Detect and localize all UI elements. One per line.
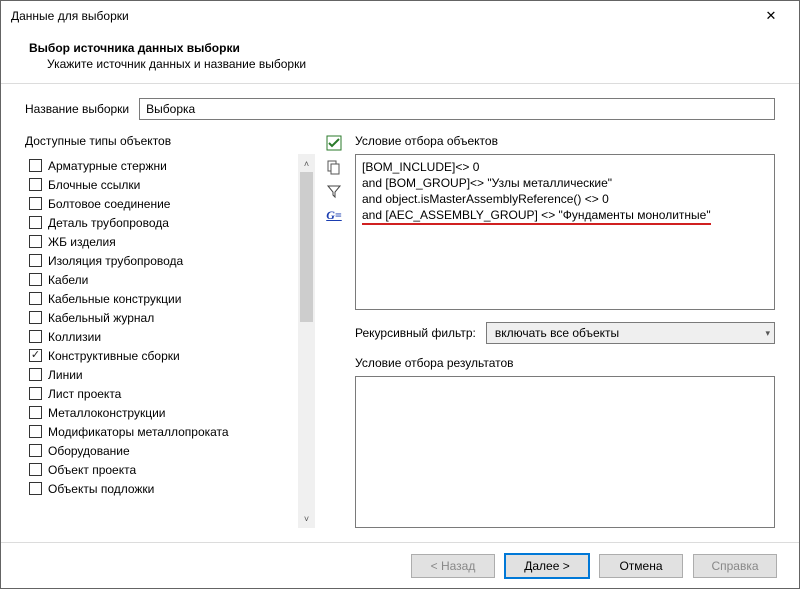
checkbox[interactable] <box>29 178 42 191</box>
wizard-subtitle: Укажите источник данных и название выбор… <box>47 57 771 71</box>
checkbox[interactable] <box>29 273 42 286</box>
list-item-label: Деталь трубопровода <box>48 216 169 230</box>
recursive-filter-select[interactable]: включать все объекты ▾ <box>486 322 775 344</box>
wizard-header: Выбор источника данных выборки Укажите и… <box>1 31 799 83</box>
list-item[interactable]: Арматурные стержни <box>27 156 298 175</box>
checkbox[interactable] <box>29 406 42 419</box>
list-item[interactable]: ЖБ изделия <box>27 232 298 251</box>
scroll-up-icon[interactable]: ˄ <box>299 155 314 172</box>
chevron-down-icon: ▾ <box>765 328 770 339</box>
list-item[interactable]: Объекты подложки <box>27 479 298 498</box>
recursive-filter-label: Рекурсивный фильтр: <box>355 326 476 340</box>
condition-column: Условие отбора объектов [BOM_INCLUDE]<> … <box>355 134 775 528</box>
scroll-track[interactable] <box>299 172 314 510</box>
list-item-label: Блочные ссылки <box>48 178 140 192</box>
scroll-thumb[interactable] <box>300 172 313 322</box>
cancel-button[interactable]: Отмена <box>599 554 683 578</box>
dialog-body: Название выборки Доступные типы объектов… <box>1 84 799 542</box>
list-item-label: Кабельные конструкции <box>48 292 181 306</box>
list-item-label: Кабели <box>48 273 88 287</box>
selection-name-label: Название выборки <box>25 102 129 116</box>
titlebar: Данные для выборки ✕ <box>1 1 799 31</box>
list-item[interactable]: Болтовое соединение <box>27 194 298 213</box>
next-button[interactable]: Далее > <box>505 554 589 578</box>
dialog-footer: < Назад Далее > Отмена Справка <box>1 542 799 588</box>
results-condition-label: Условие отбора результатов <box>355 356 775 370</box>
types-label: Доступные типы объектов <box>25 134 315 148</box>
list-item[interactable]: Лист проекта <box>27 384 298 403</box>
checkbox[interactable] <box>29 387 42 400</box>
scroll-down-icon[interactable]: ˅ <box>299 510 314 527</box>
list-item[interactable]: Изоляция трубопровода <box>27 251 298 270</box>
types-column: Доступные типы объектов Арматурные стерж… <box>25 134 315 528</box>
list-item[interactable]: Модификаторы металлопроката <box>27 422 298 441</box>
checkbox[interactable] <box>29 254 42 267</box>
checkbox[interactable] <box>29 463 42 476</box>
back-button[interactable]: < Назад <box>411 554 495 578</box>
dialog-window: Данные для выборки ✕ Выбор источника дан… <box>0 0 800 589</box>
list-item[interactable]: Конструктивные сборки <box>27 346 298 365</box>
list-item[interactable]: Кабельный журнал <box>27 308 298 327</box>
help-button[interactable]: Справка <box>693 554 777 578</box>
checkbox[interactable] <box>29 216 42 229</box>
list-item-label: Коллизии <box>48 330 101 344</box>
checkbox[interactable] <box>29 349 42 362</box>
list-item-label: Оборудование <box>48 444 130 458</box>
checkbox[interactable] <box>29 197 42 210</box>
wizard-title: Выбор источника данных выборки <box>29 41 771 55</box>
list-item[interactable]: Кабели <box>27 270 298 289</box>
list-item-label: Металлоконструкции <box>48 406 166 420</box>
copy-icon[interactable] <box>325 158 343 176</box>
condition-line: [BOM_INCLUDE]<> 0 <box>362 159 768 175</box>
condition-label: Условие отбора объектов <box>355 134 775 148</box>
condition-line-highlighted: and [AEC_ASSEMBLY_GROUP] <> "Фундаменты … <box>362 207 768 223</box>
list-item[interactable]: Металлоконструкции <box>27 403 298 422</box>
list-item-label: Лист проекта <box>48 387 121 401</box>
condition-toolbar: G= <box>325 134 345 528</box>
list-item[interactable]: Линии <box>27 365 298 384</box>
check-all-icon[interactable] <box>325 134 343 152</box>
filter-icon[interactable] <box>325 182 343 200</box>
list-item-label: Линии <box>48 368 83 382</box>
checkbox[interactable] <box>29 444 42 457</box>
condition-line: and object.isMasterAssemblyReference() <… <box>362 191 768 207</box>
list-item[interactable]: Объект проекта <box>27 460 298 479</box>
list-item-label: Арматурные стержни <box>48 159 167 173</box>
list-item[interactable]: Блочные ссылки <box>27 175 298 194</box>
window-title: Данные для выборки <box>11 9 751 23</box>
types-list[interactable]: Арматурные стержни Блочные ссылки Болтовое… <box>25 154 298 528</box>
list-item[interactable]: Коллизии <box>27 327 298 346</box>
recursive-filter-row: Рекурсивный фильтр: включать все объекты… <box>355 322 775 344</box>
list-item-label: Кабельный журнал <box>48 311 154 325</box>
list-item[interactable]: Деталь трубопровода <box>27 213 298 232</box>
condition-textarea[interactable]: [BOM_INCLUDE]<> 0and [BOM_GROUP]<> "Узлы… <box>355 154 775 310</box>
scrollbar[interactable]: ˄ ˅ <box>298 154 315 528</box>
results-condition-textarea[interactable] <box>355 376 775 528</box>
selection-name-row: Название выборки <box>25 98 775 120</box>
columns: Доступные типы объектов Арматурные стерж… <box>25 134 775 528</box>
checkbox[interactable] <box>29 482 42 495</box>
list-item[interactable]: Кабельные конструкции <box>27 289 298 308</box>
list-item[interactable]: Оборудование <box>27 441 298 460</box>
list-item-label: Конструктивные сборки <box>48 349 180 363</box>
types-list-wrap: Арматурные стержни Блочные ссылки Болтовое… <box>25 154 315 528</box>
list-item-label: Объекты подложки <box>48 482 154 496</box>
close-button[interactable]: ✕ <box>751 2 791 30</box>
checkbox[interactable] <box>29 368 42 381</box>
condition-line: and [BOM_GROUP]<> "Узлы металлические" <box>362 175 768 191</box>
checkbox[interactable] <box>29 235 42 248</box>
formula-icon[interactable]: G= <box>325 206 343 224</box>
checkbox[interactable] <box>29 159 42 172</box>
checkbox[interactable] <box>29 311 42 324</box>
checkbox[interactable] <box>29 330 42 343</box>
list-item-label: Объект проекта <box>48 463 136 477</box>
list-item-label: Модификаторы металлопроката <box>48 425 229 439</box>
selection-name-input[interactable] <box>139 98 775 120</box>
list-item-label: Болтовое соединение <box>48 197 170 211</box>
list-item-label: ЖБ изделия <box>48 235 116 249</box>
checkbox[interactable] <box>29 425 42 438</box>
list-item-label: Изоляция трубопровода <box>48 254 183 268</box>
checkbox[interactable] <box>29 292 42 305</box>
recursive-filter-value: включать все объекты <box>495 326 619 340</box>
